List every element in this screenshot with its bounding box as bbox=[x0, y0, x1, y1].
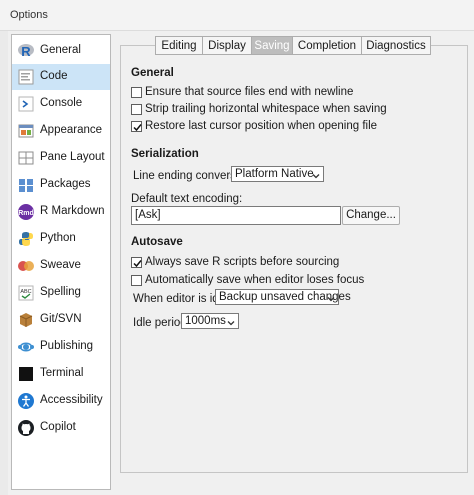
packages-icon bbox=[17, 176, 35, 194]
serialization-heading: Serialization bbox=[131, 148, 199, 160]
checkbox-label: Strip trailing horizontal whitespace whe… bbox=[145, 103, 387, 115]
checkbox-label: Always save R scripts before sourcing bbox=[145, 256, 340, 268]
sidebar-item-label: Console bbox=[40, 97, 83, 109]
sidebar-item-label: Pane Layout bbox=[40, 151, 105, 163]
sidebar-item-label: Copilot bbox=[40, 421, 76, 433]
github-icon bbox=[17, 419, 35, 437]
tab-saving[interactable]: Saving bbox=[251, 36, 293, 55]
svg-text:Rmd: Rmd bbox=[18, 210, 34, 217]
sidebar-item-label: Accessibility bbox=[40, 394, 103, 406]
sidebar-item-label: Sweave bbox=[40, 259, 81, 271]
sidebar-item-label: Python bbox=[40, 232, 76, 244]
saving-panel: General Ensure that source files end wit… bbox=[120, 45, 468, 473]
checkbox-label: Restore last cursor position when openin… bbox=[145, 120, 378, 132]
svg-text:R: R bbox=[21, 44, 31, 59]
checkbox-box[interactable] bbox=[131, 275, 142, 286]
sidebar-item-label: Publishing bbox=[40, 340, 94, 352]
sidebar-item-label: General bbox=[40, 44, 81, 56]
checkbox-box[interactable] bbox=[131, 257, 142, 268]
sidebar-item-label: Spelling bbox=[40, 286, 81, 298]
idle-period-select[interactable]: 1000ms bbox=[181, 313, 239, 329]
chevron-down-icon bbox=[327, 293, 335, 307]
sidebar-item-appearance[interactable]: Appearance bbox=[12, 118, 110, 144]
pane-layout-icon bbox=[17, 149, 35, 167]
select-value: Platform Native bbox=[235, 168, 314, 180]
encoding-field[interactable]: [Ask] bbox=[131, 206, 341, 225]
sweave-icon bbox=[17, 257, 35, 275]
tab-completion[interactable]: Completion bbox=[292, 36, 362, 55]
checkbox-box[interactable] bbox=[131, 87, 142, 98]
title-bar: Options bbox=[0, 0, 474, 31]
sidebar-item-label: R Markdown bbox=[40, 205, 105, 217]
spelling-icon: ABC bbox=[17, 284, 35, 302]
python-icon bbox=[17, 230, 35, 248]
sidebar-item-terminal[interactable]: Terminal bbox=[12, 361, 110, 387]
options-sidebar: R General Code Console Appearance Pane L… bbox=[11, 34, 111, 490]
sidebar-item-label: Appearance bbox=[40, 124, 103, 136]
sidebar-item-copilot[interactable]: Copilot bbox=[12, 415, 110, 441]
chevron-down-icon bbox=[312, 170, 320, 184]
sidebar-item-console[interactable]: Console bbox=[12, 91, 110, 117]
sidebar-item-python[interactable]: Python bbox=[12, 226, 110, 252]
sidebar-item-general[interactable]: R General bbox=[12, 38, 110, 64]
sidebar-item-publishing[interactable]: Publishing bbox=[12, 334, 110, 360]
code-icon bbox=[17, 68, 35, 86]
checkmark-icon bbox=[133, 124, 142, 132]
idle-action-select[interactable]: Backup unsaved changes bbox=[215, 289, 351, 307]
select-value: 1000ms bbox=[185, 315, 226, 327]
sidebar-item-rmarkdown[interactable]: Rmd R Markdown bbox=[12, 199, 110, 225]
checkmark-icon bbox=[133, 260, 142, 268]
sidebar-item-git-svn[interactable]: Git/SVN bbox=[12, 307, 110, 333]
sidebar-item-label: Packages bbox=[40, 178, 91, 190]
sidebar-item-label: Code bbox=[40, 70, 68, 82]
general-heading: General bbox=[131, 67, 174, 79]
sidebar-item-spelling[interactable]: ABC Spelling bbox=[12, 280, 110, 306]
accessibility-icon bbox=[17, 392, 35, 410]
sidebar-item-code[interactable]: Code bbox=[12, 64, 110, 90]
change-encoding-button[interactable]: Change... bbox=[342, 206, 400, 225]
rmarkdown-icon: Rmd bbox=[17, 203, 35, 221]
background-strip bbox=[0, 31, 8, 495]
chevron-down-icon bbox=[227, 317, 235, 331]
autosave-heading: Autosave bbox=[131, 236, 183, 248]
terminal-icon bbox=[17, 365, 35, 383]
checkbox-box[interactable] bbox=[131, 121, 142, 132]
appearance-icon bbox=[17, 122, 35, 140]
sidebar-item-label: Terminal bbox=[40, 367, 84, 379]
line-ending-select[interactable]: Platform Native bbox=[231, 166, 324, 182]
sidebar-item-accessibility[interactable]: Accessibility bbox=[12, 388, 110, 414]
window-title: Options bbox=[10, 9, 48, 21]
encoding-label: Default text encoding: bbox=[131, 193, 243, 205]
sidebar-item-packages[interactable]: Packages bbox=[12, 172, 110, 198]
git-svn-icon bbox=[17, 311, 35, 329]
checkbox-label: Ensure that source files end with newlin… bbox=[145, 86, 354, 98]
tab-diagnostics[interactable]: Diagnostics bbox=[361, 36, 431, 55]
publishing-icon bbox=[17, 338, 35, 356]
console-icon bbox=[17, 95, 35, 113]
tab-display[interactable]: Display bbox=[202, 36, 252, 55]
tab-editing[interactable]: Editing bbox=[155, 36, 203, 55]
sidebar-item-label: Git/SVN bbox=[40, 313, 82, 325]
checkbox-box[interactable] bbox=[131, 104, 142, 115]
r-logo-icon: R bbox=[17, 42, 35, 60]
sidebar-item-sweave[interactable]: Sweave bbox=[12, 253, 110, 279]
encoding-value: [Ask] bbox=[135, 209, 161, 221]
sidebar-item-pane-layout[interactable]: Pane Layout bbox=[12, 145, 110, 171]
checkbox-label: Automatically save when editor loses foc… bbox=[145, 274, 365, 286]
